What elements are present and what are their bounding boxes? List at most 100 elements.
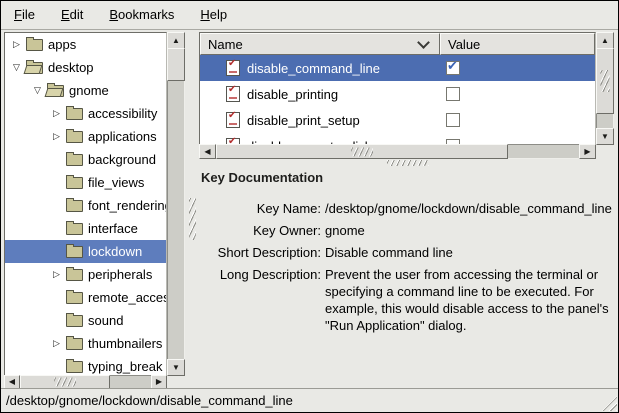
tree-item-label: apps — [48, 37, 76, 52]
tree-item-label: background — [88, 152, 156, 167]
expander-expanded-icon[interactable]: ▽ — [30, 85, 45, 96]
expander-collapsed-icon[interactable]: ▷ — [9, 39, 24, 50]
key-value-cell — [440, 113, 595, 127]
tree-horizontal-scrollbar: ◀ ▶ — [4, 375, 165, 389]
key-table-header: Name Value — [200, 33, 595, 55]
scroll-right-button[interactable]: ▶ — [151, 375, 167, 389]
key-value-cell: ✔ — [440, 61, 595, 75]
tree-item-accessibility[interactable]: ▷ accessibility — [5, 102, 166, 125]
scroll-down-button[interactable]: ▼ — [167, 359, 185, 376]
scroll-left-button[interactable]: ◀ — [199, 144, 216, 159]
column-header-value[interactable]: Value — [440, 33, 595, 55]
tree-item-label: desktop — [48, 60, 94, 75]
folder-icon — [66, 269, 83, 281]
key-icon: ✔ — [226, 60, 240, 76]
splitter-grip — [387, 160, 429, 166]
folder-icon — [26, 39, 43, 51]
tree-item-interface[interactable]: interface — [5, 217, 166, 240]
tree-item-label: remote_access — [88, 290, 167, 305]
folder-icon — [66, 246, 83, 258]
expander-collapsed-icon[interactable]: ▷ — [49, 269, 64, 280]
doc-field-label: Key Owner: — [199, 222, 321, 239]
tree-vscroll-track[interactable] — [167, 48, 185, 360]
folder-icon — [66, 338, 83, 350]
check-icon: ✔ — [447, 58, 458, 74]
tree-item-label: accessibility — [88, 106, 157, 121]
key-name-cell: ✔ disable_command_line — [200, 60, 440, 76]
tree-item-thumbnailers[interactable]: ▷ thumbnailers — [5, 332, 166, 355]
key-name: disable_print_setup — [247, 113, 360, 128]
tree-item-label: font_rendering — [88, 198, 167, 213]
tree-item-label: sound — [88, 313, 123, 328]
checkbox-unchecked[interactable] — [446, 113, 460, 127]
pane-splitter-horizontal[interactable] — [199, 159, 616, 167]
sort-indicator-icon — [417, 36, 430, 49]
checkbox-unchecked[interactable] — [446, 87, 460, 101]
checkbox-checked[interactable]: ✔ — [446, 61, 460, 75]
key-value-cell — [440, 87, 595, 101]
open-folder-icon — [26, 62, 43, 74]
resize-grip-icon[interactable] — [602, 396, 617, 411]
tree-item-label: interface — [88, 221, 138, 236]
scroll-up-button[interactable]: ▲ — [167, 32, 185, 49]
arrow-right-icon: ▶ — [156, 378, 162, 386]
thumb-grip — [351, 147, 373, 156]
scroll-up-button[interactable]: ▲ — [596, 32, 614, 49]
tree-item-applications[interactable]: ▷ applications — [5, 125, 166, 148]
key-icon: ✔ — [226, 112, 240, 128]
expander-collapsed-icon[interactable]: ▷ — [49, 338, 64, 349]
gconf-editor-window: File Edit Bookmarks Help ▷ apps ▽ deskto… — [0, 0, 619, 413]
expander-collapsed-icon[interactable]: ▷ — [49, 131, 64, 142]
column-label: Name — [208, 37, 243, 52]
key-check-glyph: ✔ — [228, 84, 236, 95]
doc-field-value: gnome — [325, 222, 613, 239]
tree-item-sound[interactable]: sound — [5, 309, 166, 332]
key-name-cell: ✔ disable_printing — [200, 86, 440, 102]
doc-field-label: Short Description: — [199, 244, 321, 261]
key-name-cell: ✔ disable_print_setup — [200, 112, 440, 128]
folder-icon — [66, 177, 83, 189]
tree-item-lockdown[interactable]: lockdown — [5, 240, 166, 263]
tree-item-peripherals[interactable]: ▷ peripherals — [5, 263, 166, 286]
menu-bookmarks[interactable]: Bookmarks — [99, 3, 184, 27]
tree-item-gnome[interactable]: ▽ gnome — [5, 79, 166, 102]
tree-vscroll-thumb[interactable] — [167, 48, 185, 81]
expander-expanded-icon[interactable]: ▽ — [9, 62, 24, 73]
doc-row-long-description: Long Description: Prevent the user from … — [199, 266, 616, 334]
tree-item-desktop[interactable]: ▽ desktop — [5, 56, 166, 79]
tree-item-label: typing_break — [88, 359, 162, 374]
thumb-grip — [54, 378, 76, 387]
doc-field-value: /desktop/gnome/lockdown/disable_command_… — [325, 200, 613, 217]
menu-edit[interactable]: Edit — [51, 3, 93, 27]
scroll-left-button[interactable]: ◀ — [4, 375, 20, 389]
pane-splitter-vertical[interactable] — [187, 30, 198, 388]
arrow-up-icon: ▲ — [601, 37, 609, 45]
scroll-down-button[interactable]: ▼ — [596, 128, 614, 145]
table-row-disable-printing[interactable]: ✔ disable_printing — [200, 81, 595, 107]
tree-item-label: peripherals — [88, 267, 152, 282]
table-row-disable-command-line[interactable]: ✔ disable_command_line ✔ — [200, 55, 595, 81]
table-hscroll-thumb[interactable] — [216, 144, 508, 159]
key-name: disable_printing — [247, 87, 338, 102]
tree-hscroll-thumb[interactable] — [20, 375, 110, 389]
tree-item-background[interactable]: background — [5, 148, 166, 171]
tree-item-label: file_views — [88, 175, 144, 190]
menu-file[interactable]: File — [4, 3, 45, 27]
tree-item-font-rendering[interactable]: font_rendering — [5, 194, 166, 217]
folder-icon — [66, 315, 83, 327]
folder-icon — [66, 223, 83, 235]
tree-item-label: applications — [88, 129, 157, 144]
table-horizontal-scrollbar: ◀ ▶ — [199, 144, 594, 159]
tree-item-file-views[interactable]: file_views — [5, 171, 166, 194]
expander-collapsed-icon[interactable]: ▷ — [49, 108, 64, 119]
scroll-right-button[interactable]: ▶ — [579, 144, 596, 159]
table-row-disable-print-setup[interactable]: ✔ disable_print_setup — [200, 107, 595, 133]
tree-item-remote-access[interactable]: remote_access — [5, 286, 166, 309]
arrow-up-icon: ▲ — [172, 37, 180, 45]
tree-item-apps[interactable]: ▷ apps — [5, 33, 166, 56]
arrow-down-icon: ▼ — [172, 364, 180, 372]
column-header-name[interactable]: Name — [200, 33, 440, 55]
table-vscroll-thumb[interactable] — [596, 48, 614, 114]
menu-help[interactable]: Help — [190, 3, 237, 27]
tree-item-typing-break[interactable]: typing_break — [5, 355, 166, 376]
